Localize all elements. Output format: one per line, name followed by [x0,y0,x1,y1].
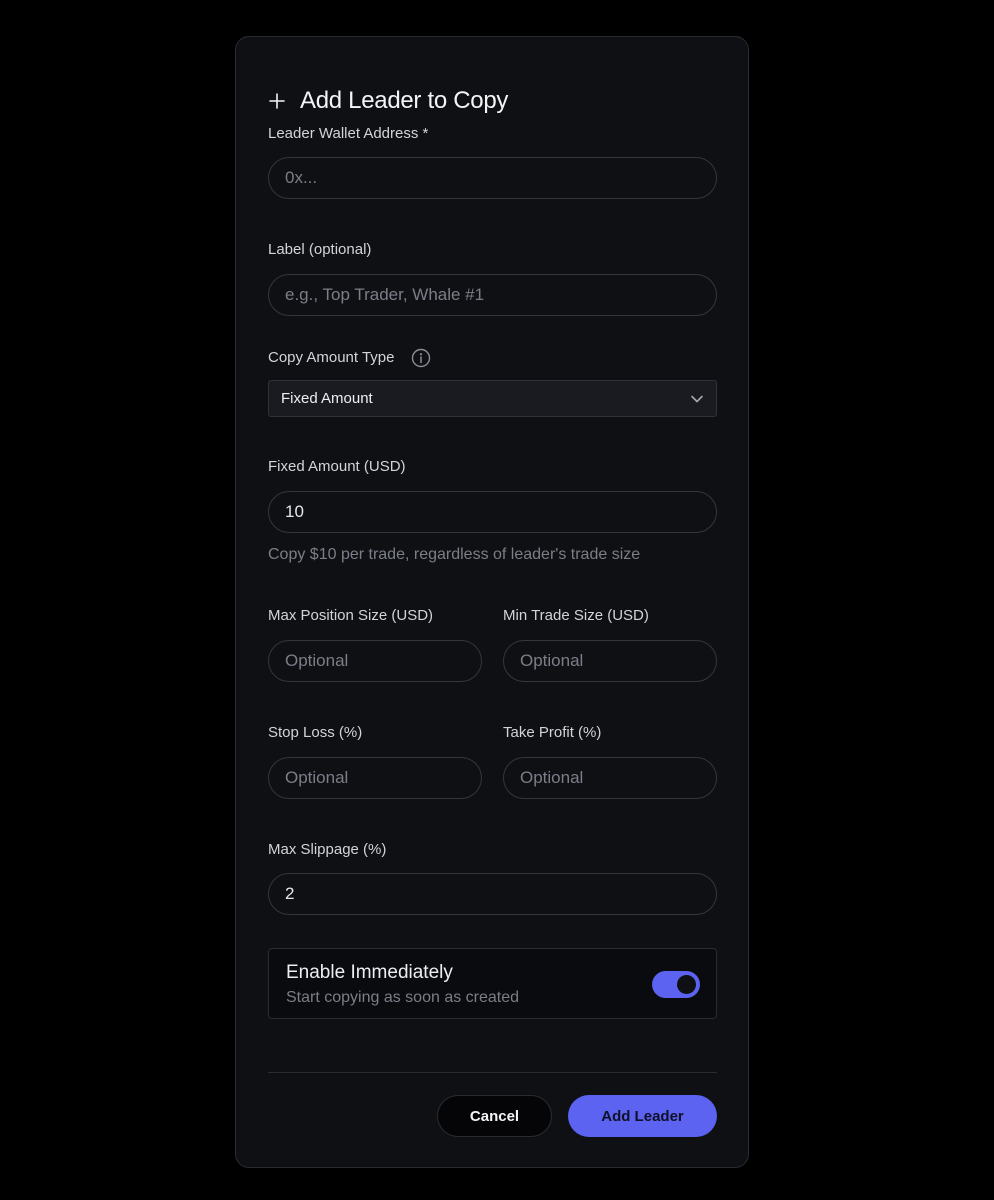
label-field-label: Label (optional) [268,241,372,258]
enable-immediately-card: Enable Immediately Start copying as soon… [268,948,717,1019]
take-profit-input[interactable] [503,757,717,799]
max-position-input[interactable] [268,640,482,682]
select-value: Fixed Amount [281,390,373,407]
min-trade-label: Min Trade Size (USD) [503,607,649,624]
max-slippage-label: Max Slippage (%) [268,841,387,858]
add-leader-button[interactable]: Add Leader [568,1095,717,1137]
footer-divider [268,1072,717,1073]
fixed-amount-input[interactable] [268,491,717,533]
info-icon[interactable] [411,348,431,368]
leader-wallet-input[interactable] [268,157,717,199]
leader-wallet-label: Leader Wallet Address * [268,125,429,142]
fixed-amount-helper: Copy $10 per trade, regardless of leader… [268,546,641,563]
chevron-down-icon [691,395,703,402]
copy-amount-type-label: Copy Amount Type [268,349,395,366]
min-trade-input[interactable] [503,640,717,682]
copy-amount-type-select[interactable]: Fixed Amount [268,380,717,417]
add-leader-modal: Add Leader to Copy Leader Wallet Address… [235,36,749,1168]
max-position-label: Max Position Size (USD) [268,607,434,624]
enable-toggle[interactable] [652,971,700,998]
modal-title: Add Leader to Copy [300,87,509,114]
enable-title: Enable Immediately [286,962,453,983]
stop-loss-input[interactable] [268,757,482,799]
cancel-button[interactable]: Cancel [437,1095,552,1137]
plus-icon [269,93,285,109]
fixed-amount-label: Fixed Amount (USD) [268,458,406,475]
toggle-knob [677,975,696,994]
enable-subtitle: Start copying as soon as created [286,989,520,1006]
modal-header: Add Leader to Copy [268,87,508,115]
max-slippage-input[interactable] [268,873,717,915]
stop-loss-label: Stop Loss (%) [268,724,363,741]
take-profit-label: Take Profit (%) [503,724,602,741]
label-input[interactable] [268,274,717,316]
